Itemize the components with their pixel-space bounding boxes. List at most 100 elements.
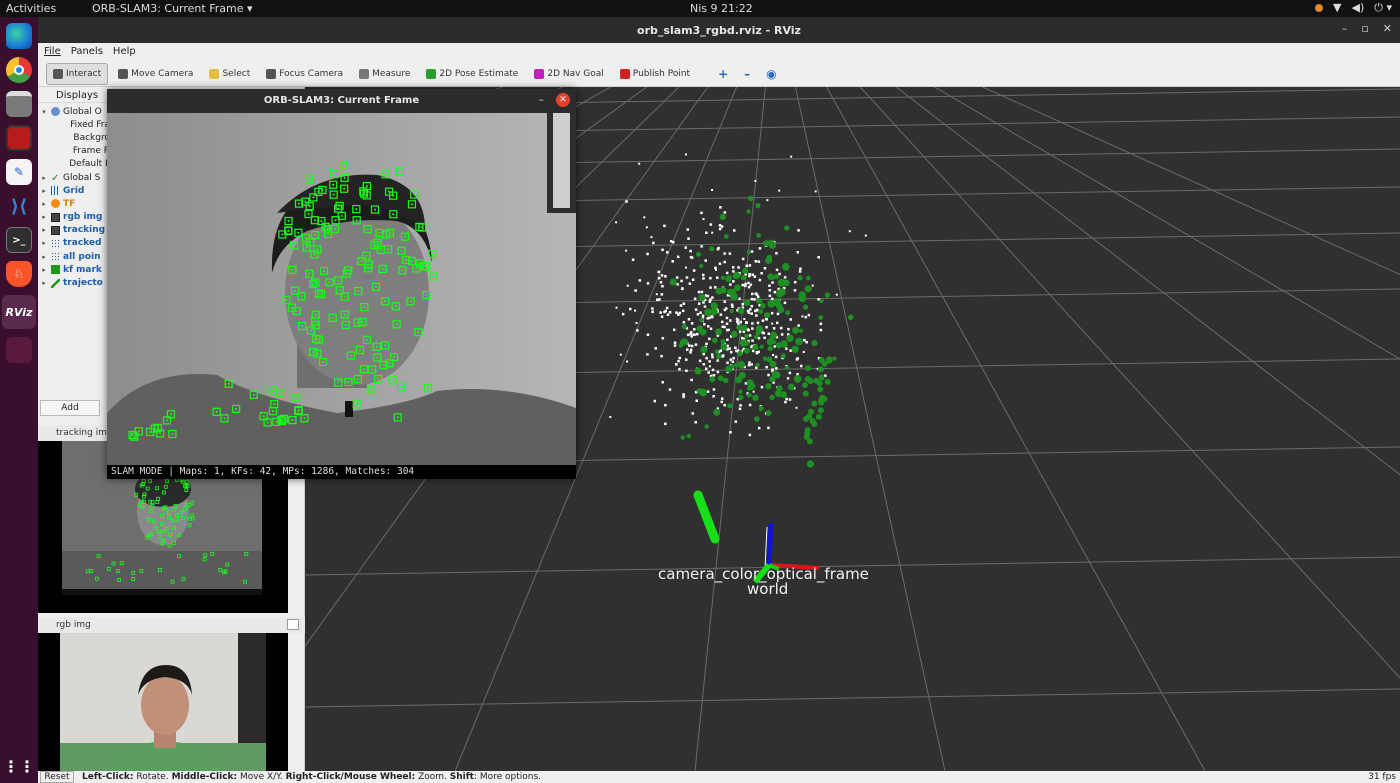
volume-icon[interactable]: ◀) [1352,1,1365,15]
grid-icon [51,186,60,196]
display-item-label: tracked [63,238,102,249]
tool-select-button[interactable]: Select [203,63,256,85]
display-item[interactable]: ▸ TF [40,197,110,210]
display-item[interactable]: Backgro [40,131,110,144]
show-apps-icon[interactable]: ⋮⋮ [3,753,35,779]
add-display-button[interactable]: Add [40,400,100,416]
display-item[interactable]: Frame R [40,145,110,158]
rgb-image-view[interactable] [38,633,288,783]
expand-arrow-icon[interactable]: ▸ [40,253,48,261]
notification-icon[interactable] [1315,4,1324,12]
display-item-label: Global O [63,106,102,117]
tool-2d-pose-estimate-button[interactable]: 2D Pose Estimate [420,63,524,85]
expand-arrow-icon[interactable]: ▸ [40,187,48,195]
tool-label: 2D Pose Estimate [439,68,519,79]
display-item-label: TF [63,198,76,209]
text-editor-icon[interactable]: ✎ [6,159,32,185]
displays-tree: ▾ Global O Fixed Fra Backgro Frame R Default … [40,105,110,295]
tool-label: Publish Point [632,68,691,79]
dock: ✎ ⟩⟨ >_ ♘ RViz ⋮⋮ [0,17,38,783]
vscode-icon[interactable]: ⟩⟨ [6,193,32,219]
display-item[interactable]: ▸ tracked [40,237,110,250]
hint-text: Zoom. [415,772,450,782]
tool-select-icon [209,68,220,79]
tracking-panel-title: tracking img [56,428,113,438]
orb-current-frame-image [107,113,576,465]
menu-help[interactable]: Help [113,46,136,61]
chrome-icon[interactable] [6,57,32,83]
close-button[interactable]: ✕ [1383,22,1392,35]
status-bar: Reset Left-Click: Rotate. Middle-Click: … [38,771,1400,783]
display-item[interactable]: ▸ Grid [40,184,110,197]
display-item-label: tracking [63,225,106,236]
hint-key: Right-Click/Mouse Wheel: [285,772,416,782]
tool-focus-camera-button[interactable]: Focus Camera [260,63,349,85]
check-icon: ✓ [51,173,60,185]
points-icon [51,238,60,248]
menu-bar: File Panels Help [38,43,1400,61]
orb-minimize-button[interactable]: – [539,93,545,106]
tool-measure-button[interactable]: Measure [353,63,416,85]
expand-arrow-icon[interactable]: ▸ [40,174,48,182]
menu-file[interactable]: File [44,46,61,61]
display-item-label: kf mark [63,264,102,275]
tool-move-camera-button[interactable]: Move Camera [112,63,199,85]
cube-icon [51,265,60,275]
rgb-panel-float-icon[interactable] [287,619,299,630]
expand-arrow-icon[interactable]: ▸ [40,266,48,274]
terminal-red-icon[interactable] [6,125,32,151]
frame-label-world: world [747,580,789,598]
display-item[interactable]: Fixed Fra [40,118,110,131]
zoom-in-icon[interactable]: + [718,67,728,81]
expand-arrow-icon[interactable]: ▸ [40,213,48,221]
brave-icon[interactable]: ♘ [6,261,32,287]
maximize-button[interactable]: ▫ [1361,22,1368,35]
expand-arrow-icon[interactable]: ▾ [40,108,48,116]
expand-arrow-icon[interactable]: ▸ [40,239,48,247]
orb-slam-title-bar[interactable]: ORB-SLAM3: Current Frame [107,89,576,113]
hint-key: Middle-Click: [171,772,238,782]
activities-button[interactable]: Activities [6,2,56,15]
files-icon[interactable] [6,91,32,117]
minimize-button[interactable]: – [1342,22,1348,35]
rviz-icon[interactable]: RViz [2,295,36,329]
expand-arrow-icon[interactable]: ▸ [40,200,48,208]
view-options-icon[interactable]: ◉ [766,67,776,81]
display-item[interactable]: ▸ trajecto [40,276,110,289]
display-item[interactable]: ▸ tracking [40,224,110,237]
tool-interact-button[interactable]: Interact [46,62,109,85]
clock[interactable]: Nis 9 21:22 [690,2,753,15]
system-tray[interactable]: ▼ ◀) ⏻ ▾ [1315,1,1392,15]
reset-button[interactable]: Reset [40,771,74,783]
rviz-title-bar[interactable]: orb_slam3_rgbd.rviz - RViz – ▫ ✕ [38,17,1400,43]
tool-publish-point-icon [619,68,630,79]
display-item[interactable]: ▸ rgb img [40,211,110,224]
display-item[interactable]: ▸ ✓ Global S [40,171,110,185]
power-icon[interactable]: ⏻ ▾ [1374,1,1392,15]
terminal-icon[interactable]: >_ [6,227,32,253]
tool-label: Measure [372,68,411,79]
display-item[interactable]: ▾ Global O [40,105,110,118]
status-hint: Left-Click: Rotate. Middle-Click: Move X… [82,772,541,782]
display-item[interactable]: ▸ kf mark [40,263,110,276]
edge-browser-icon[interactable] [6,23,32,49]
display-item[interactable]: Default L [40,158,110,171]
extra-app-icon[interactable] [6,337,32,363]
display-item[interactable]: ▸ all poin [40,250,110,263]
rgb-panel-title: rgb img [56,620,91,630]
rviz-window-title: orb_slam3_rgbd.rviz - RViz [637,24,801,37]
menu-panels[interactable]: Panels [71,46,103,61]
zoom-out-icon[interactable]: – [744,67,750,81]
tool-label: Focus Camera [279,68,344,79]
tool-2d-nav-goal-button[interactable]: 2D Nav Goal [528,63,609,85]
expand-arrow-icon[interactable]: ▸ [40,279,48,287]
tool-label: Select [222,68,251,79]
orb-close-button[interactable]: ✕ [556,93,570,107]
expand-arrow-icon[interactable]: ▸ [40,226,48,234]
image-icon [51,225,60,235]
tool-publish-point-button[interactable]: Publish Point [614,63,696,85]
app-menu[interactable]: ORB-SLAM3: Current Frame ▾ [92,2,253,15]
hint-text: Move X/Y. [237,772,286,782]
display-item-label: all poin [63,251,101,262]
network-icon[interactable]: ▼ [1333,1,1341,15]
